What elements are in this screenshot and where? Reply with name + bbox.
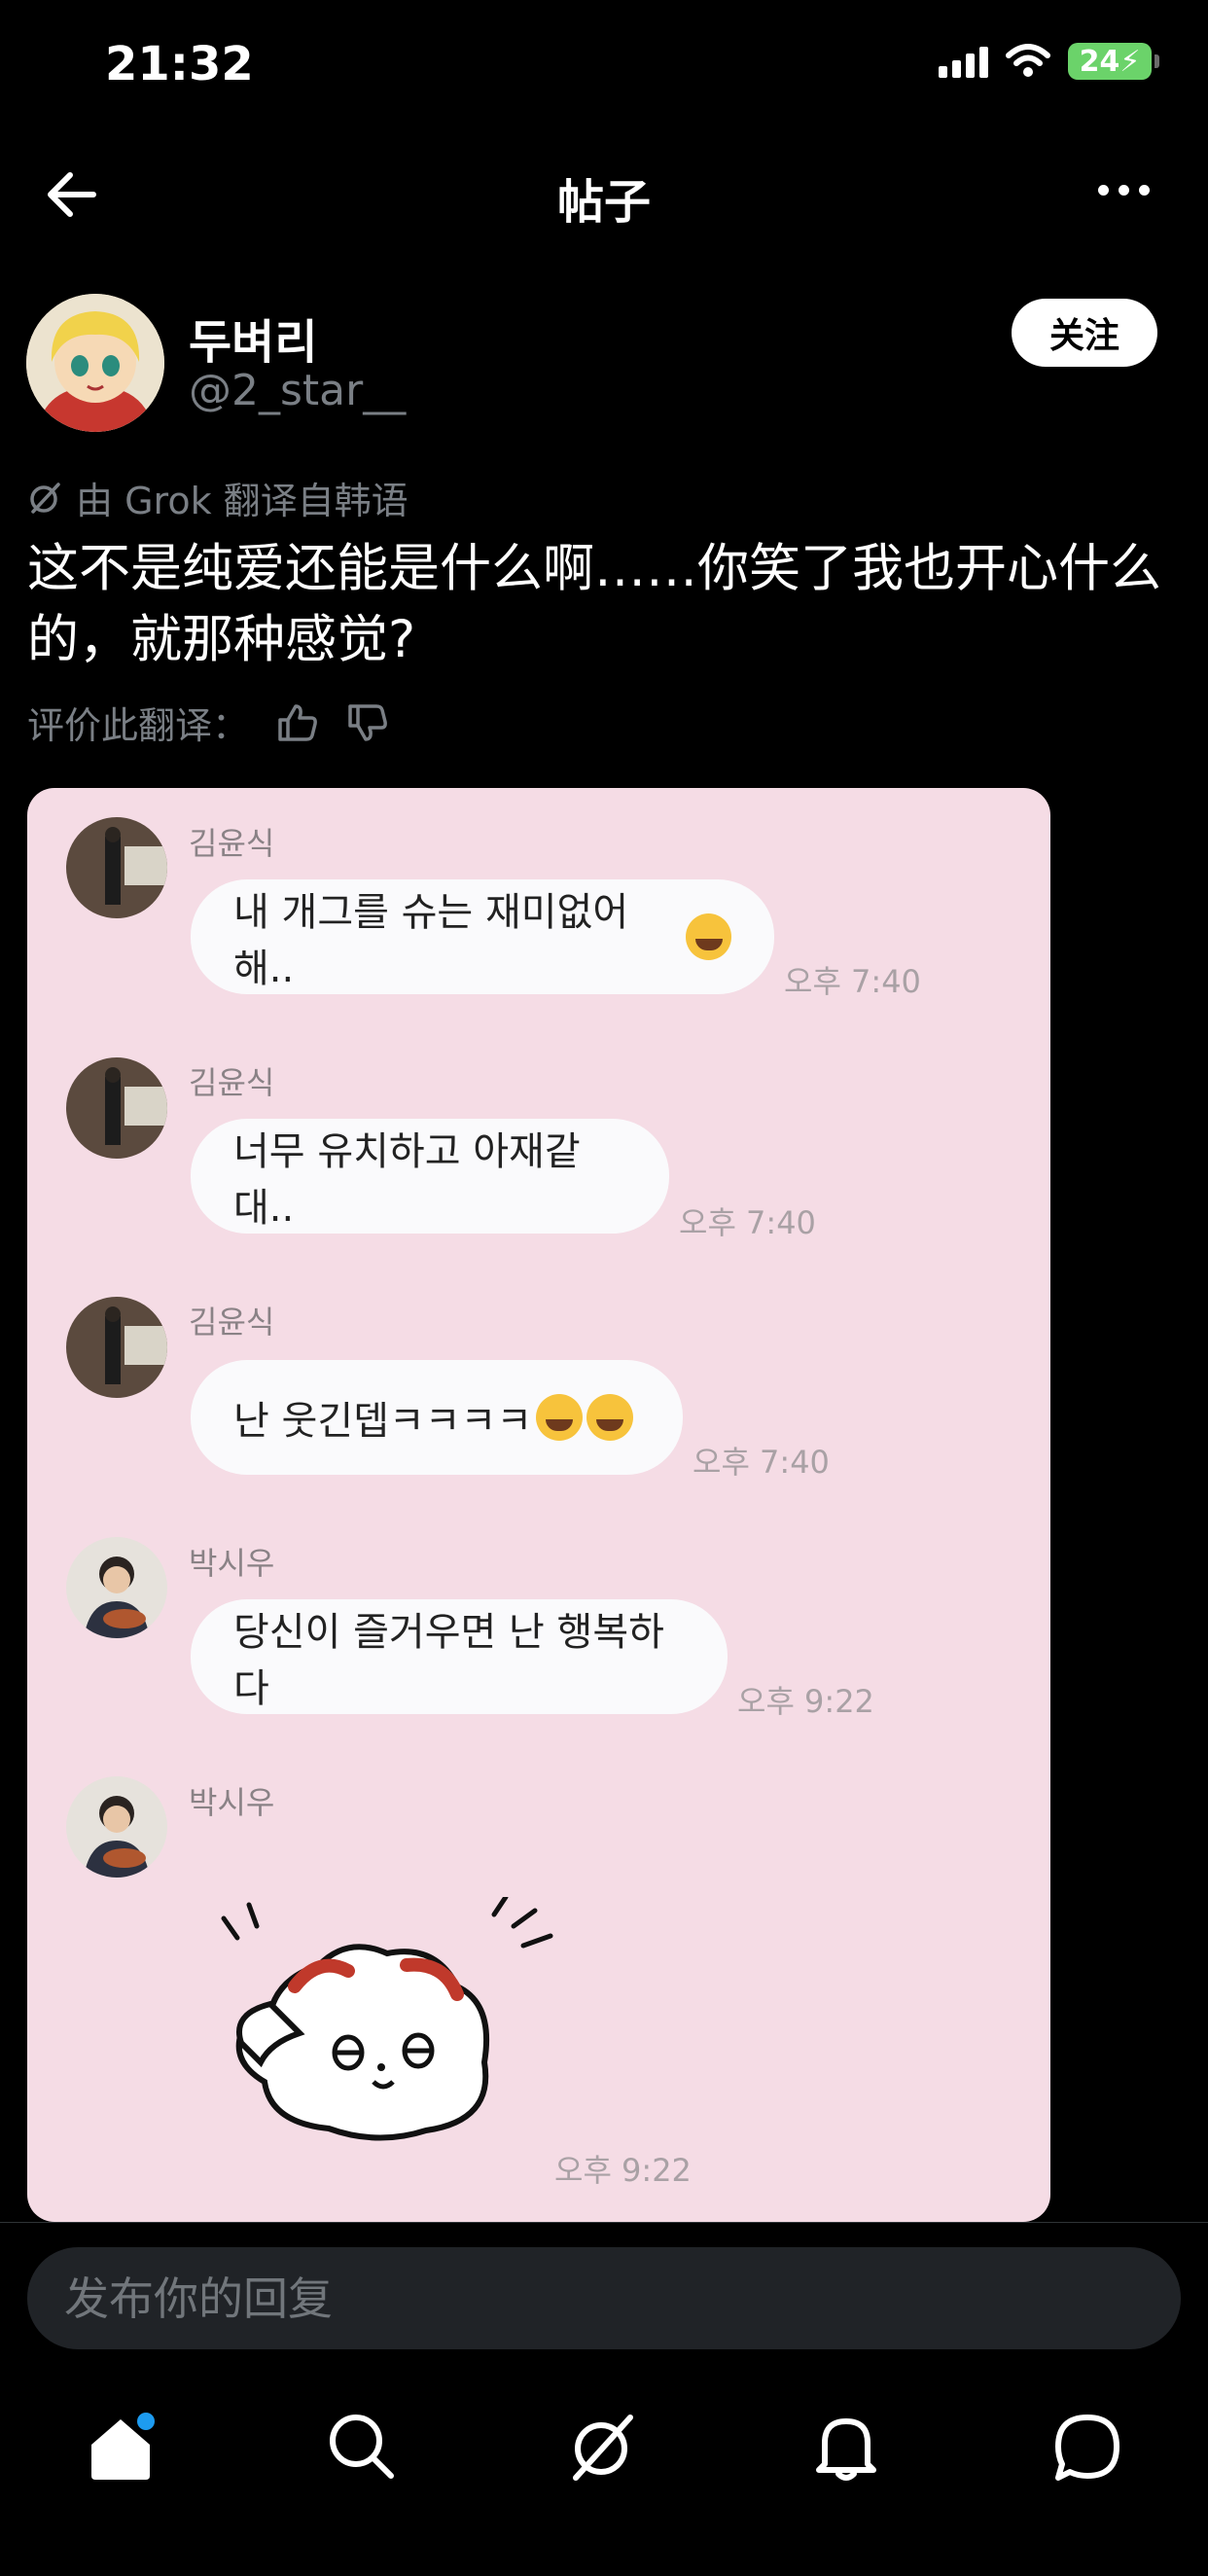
message-bubble: 너무 유치하고 아재같대.. xyxy=(191,1119,669,1234)
message-time: 오후 9:22 xyxy=(554,2152,692,2189)
grok-icon xyxy=(30,482,60,514)
message-text: 너무 유치하고 아재같대.. xyxy=(233,1129,581,1231)
message-bubble: 내 개그를 슈는 재미없어해.. xyxy=(191,879,774,994)
sender-avatar xyxy=(66,817,167,918)
message-text: 난 웃긴뎁ㅋㅋㅋㅋ xyxy=(233,1399,533,1444)
sender-avatar xyxy=(66,1057,167,1159)
message-sender: 박시우 xyxy=(189,1545,275,1582)
rate-translation: 评价此翻译： xyxy=(27,696,389,749)
reply-input[interactable] xyxy=(27,2247,1181,2349)
message-sender: 김윤식 xyxy=(189,1304,275,1341)
wifi-icon xyxy=(1006,44,1050,77)
message-time: 오후 9:22 xyxy=(737,1683,874,1720)
sender-avatar xyxy=(66,1776,167,1878)
message-time: 오후 7:40 xyxy=(784,963,921,1000)
message-sender: 김윤식 xyxy=(189,825,275,862)
more-icon[interactable] xyxy=(1098,185,1150,196)
chat-icon[interactable] xyxy=(1048,2408,1126,2486)
message-time: 오후 7:40 xyxy=(679,1204,816,1241)
bell-icon[interactable] xyxy=(807,2408,885,2486)
post-text: 这不是纯爱还能是什么啊……你笑了我也开心什么的，就那种感觉? xyxy=(27,539,1161,669)
translation-note-text: 由 Grok 翻译自韩语 xyxy=(76,480,409,522)
grok-icon[interactable] xyxy=(564,2408,642,2486)
divider xyxy=(0,2222,1208,2223)
sticker-image xyxy=(221,1897,553,2141)
follow-button[interactable]: 关注 xyxy=(1012,299,1157,367)
status-icons: 24 ⚡ xyxy=(939,43,1159,80)
message-sender: 박시우 xyxy=(189,1784,275,1821)
message-sender: 김윤식 xyxy=(189,1064,275,1101)
sender-avatar xyxy=(66,1297,167,1398)
laugh-emoji-icon xyxy=(536,1394,584,1441)
message-bubble: 난 웃긴뎁ㅋㅋㅋㅋ xyxy=(191,1360,683,1475)
rate-translation-label: 评价此翻译： xyxy=(27,704,250,747)
home-icon[interactable] xyxy=(82,2408,160,2486)
author-name[interactable]: 두벼리 xyxy=(189,304,317,372)
author-handle[interactable]: @2_star__ xyxy=(189,366,406,415)
avatar[interactable] xyxy=(26,294,164,432)
laugh-emoji-icon xyxy=(685,913,731,960)
page-title: 帖子 xyxy=(556,175,651,230)
message-text: 내 개그를 슈는 재미없어해.. xyxy=(233,890,629,991)
battery-indicator: 24 ⚡ xyxy=(1068,43,1159,80)
message-bubble: 당신이 즐거우면 난 행복하다 xyxy=(191,1599,728,1714)
translation-note: 由 Grok 翻译自韩语 xyxy=(27,471,409,524)
thumbs-down-icon[interactable] xyxy=(346,702,389,743)
thumbs-up-icon[interactable] xyxy=(276,702,319,743)
search-icon[interactable] xyxy=(323,2408,401,2486)
message-time: 오후 7:40 xyxy=(693,1444,830,1481)
post-image[interactable]: 김윤식 내 개그를 슈는 재미없어해.. 오후 7:40 김윤식 너무 유치하고… xyxy=(27,788,1050,2222)
signal-icon xyxy=(939,45,988,78)
laugh-emoji-icon xyxy=(586,1394,634,1441)
sender-avatar xyxy=(66,1537,167,1638)
message-text: 당신이 즐거우면 난 행복하다 xyxy=(233,1610,664,1711)
status-time: 21:32 xyxy=(105,37,254,91)
